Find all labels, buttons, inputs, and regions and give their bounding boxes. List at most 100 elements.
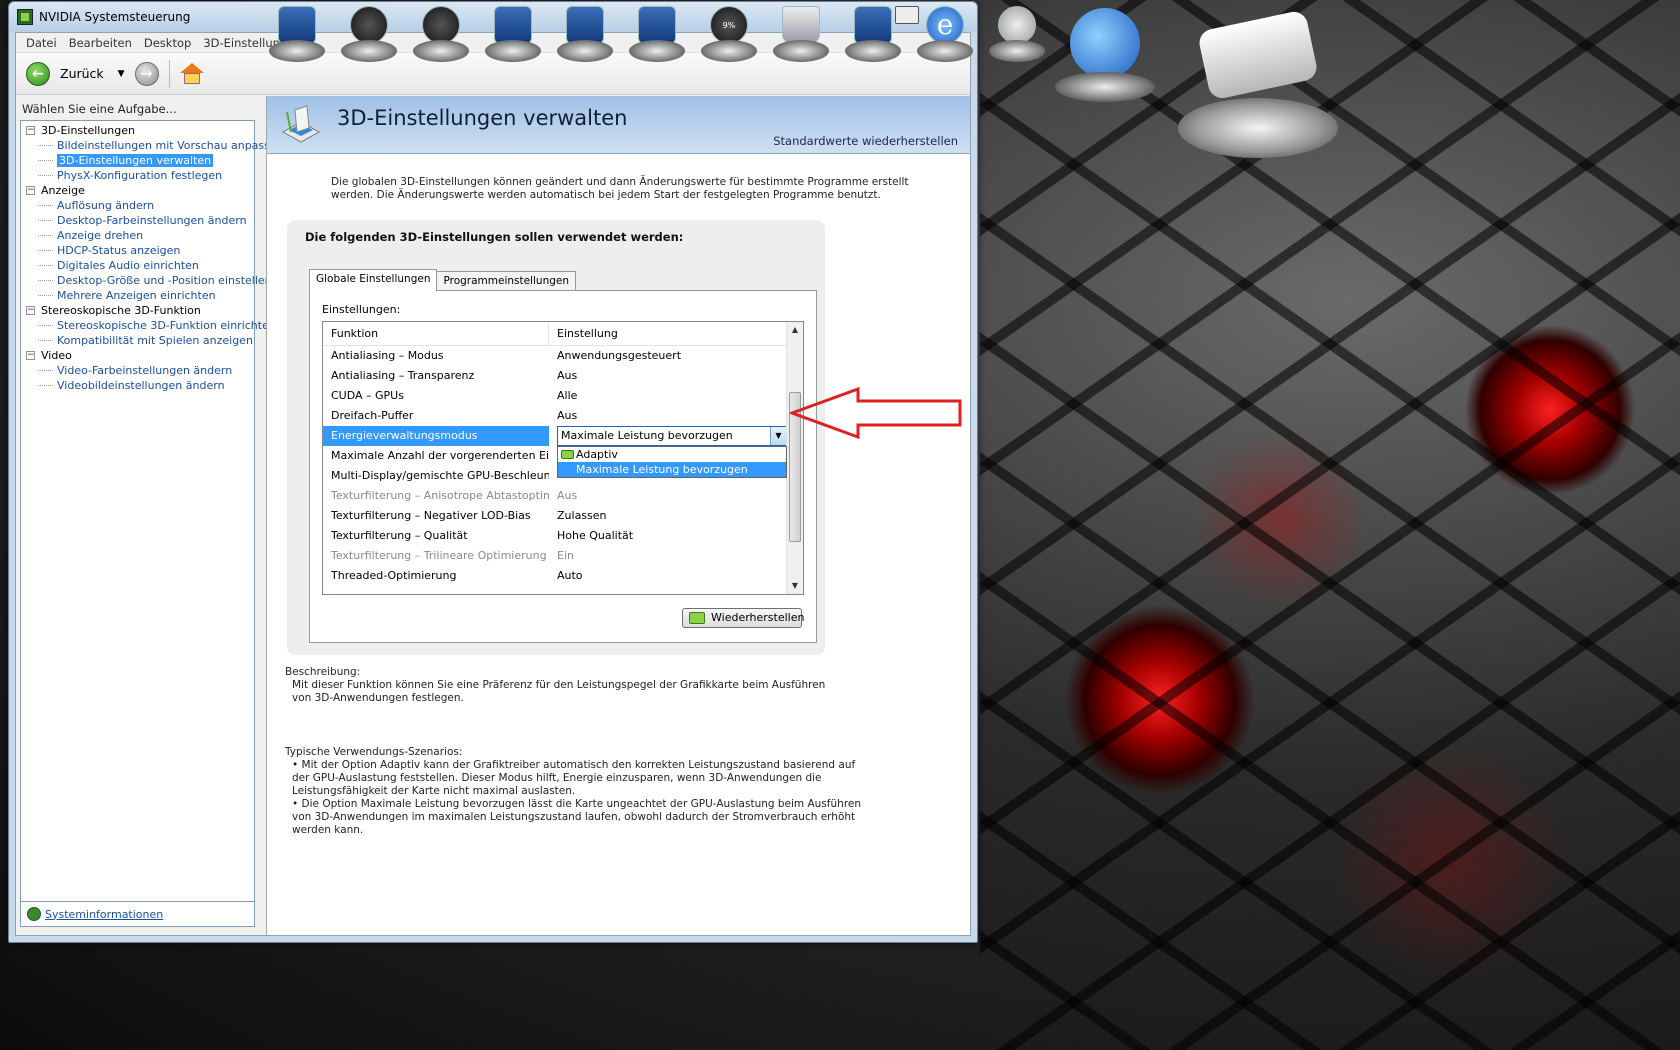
tree-item-aufloesung[interactable]: Auflösung ändern (21, 198, 254, 213)
tree-item-3d-verwalten[interactable]: 3D-Einstellungen verwalten (21, 153, 254, 168)
tree-item-kompat[interactable]: Kompatibilität mit Spielen anzeigen (21, 333, 254, 348)
table-row[interactable]: CUDA – GPUs Alle (323, 386, 803, 406)
scenarios-section: Typische Verwendungs-Szenarios: • Mit de… (285, 746, 875, 837)
internet-explorer-icon: e (926, 6, 964, 44)
dock-item-hdd2[interactable] (412, 0, 470, 70)
dock-item-recycle[interactable] (772, 0, 830, 70)
tree-item-bildeinstellungen[interactable]: Bildeinstellungen mit Vorschau anpassen (21, 138, 284, 153)
row-funktion: Antialiasing – Transparenz (331, 369, 475, 382)
tree-item-farbe[interactable]: Desktop-Farbeinstellungen ändern (21, 213, 254, 228)
tree-item-physx[interactable]: PhysX-Konfiguration festlegen (21, 168, 254, 183)
table-row[interactable]: Texturfilterung – Negativer LOD-Bias Zula… (323, 506, 803, 526)
chevron-down-icon[interactable]: ▼ (770, 427, 786, 445)
dock-item-mic[interactable] (988, 0, 1046, 70)
collapse-toggle-icon[interactable]: − (26, 351, 35, 360)
row-einstellung: Auto (557, 569, 583, 582)
desktop-dock: 9% e (268, 0, 1046, 72)
row-funktion: Multi-Display/gemischte GPU-Beschleunigu… (331, 469, 549, 482)
table-row[interactable]: Threaded-Optimierung Auto (323, 566, 803, 586)
page-title: 3D-Einstellungen verwalten (337, 106, 628, 130)
back-button[interactable]: ← (26, 61, 50, 86)
table-row[interactable]: Antialiasing – Transparenz Aus (323, 366, 803, 386)
forward-button[interactable]: → (134, 61, 159, 86)
home-button[interactable] (179, 62, 204, 85)
dock-item-folder2[interactable] (556, 0, 614, 70)
back-history-dropdown[interactable]: ▼ (118, 69, 125, 79)
restore-button[interactable]: Wiederherstellen (682, 608, 804, 628)
tree-label: 3D-Einstellungen (41, 124, 136, 137)
home-icon (183, 72, 200, 84)
recycle-bin-icon (782, 6, 820, 44)
nvidia-control-panel-window: NVIDIA Systemsteuerung Datei Bearbeiten … (8, 1, 978, 943)
task-pane-heading: Wählen Sie eine Aufgabe... (22, 102, 177, 116)
tree-item-groesse[interactable]: Desktop-Größe und -Position einstellen (21, 273, 272, 288)
tree-label: Video (41, 349, 72, 362)
grid-rows: Antialiasing – Modus Anwendungsgesteuert A… (323, 346, 803, 586)
3d-settings-icon (281, 105, 321, 143)
panel-heading: Die folgenden 3D-Einstellungen sollen ve… (305, 230, 684, 244)
tree-cat-video[interactable]: − Video (21, 348, 254, 363)
menu-datei[interactable]: Datei (20, 36, 63, 50)
row-funktion: Dreifach-Puffer (331, 409, 414, 422)
tree-item-mehrere[interactable]: Mehrere Anzeigen einrichten (21, 288, 254, 303)
table-row[interactable]: Texturfilterung – Anisotrope Abtastoptim… (323, 486, 803, 506)
tree-cat-3d[interactable]: −3D-Einstellungen (21, 123, 254, 138)
arrow-right-icon: → (140, 65, 153, 82)
info-icon (27, 907, 41, 921)
firefox-dock-icon[interactable] (1055, 8, 1155, 108)
energy-mode-select[interactable]: Maximale Leistung bevorzugen ▼ (557, 426, 787, 446)
settings-label: Einstellungen: (322, 303, 401, 316)
folder-icon (494, 6, 532, 44)
tree-label: Desktop-Größe und -Position einstellen (57, 274, 272, 287)
tree-item-audio[interactable]: Digitales Audio einrichten (21, 258, 254, 273)
collapse-toggle-icon[interactable]: − (26, 126, 35, 135)
folder-icon (566, 6, 604, 44)
tree-item-drehen[interactable]: Anzeige drehen (21, 228, 254, 243)
table-row[interactable]: Antialiasing – Modus Anwendungsgesteuert (323, 346, 803, 366)
tab-global-settings[interactable]: Globale Einstellungen (309, 269, 438, 291)
nvidia-logo-icon (689, 612, 705, 624)
task-pane: Wählen Sie eine Aufgabe... −3D-Einstellu… (16, 96, 284, 935)
menu-bearbeiten[interactable]: Bearbeiten (63, 36, 138, 50)
row-einstellung: Ein (557, 549, 574, 562)
tree-label: Mehrere Anzeigen einrichten (57, 289, 216, 302)
menu-desktop[interactable]: Desktop (138, 36, 197, 50)
tree-item-videobild[interactable]: Videobildeinstellungen ändern (21, 378, 254, 393)
tree-cat-stereo[interactable]: − Stereoskopische 3D-Funktion (21, 303, 254, 318)
hard-drive-icon (350, 6, 388, 44)
option-adaptiv[interactable]: Adaptiv (558, 447, 786, 462)
scroll-up-arrow-icon[interactable]: ▲ (787, 322, 803, 338)
collapse-toggle-icon[interactable]: − (26, 306, 35, 315)
restore-defaults-link[interactable]: Standardwerte wiederherstellen (773, 134, 958, 148)
dock-item-ie[interactable]: e (916, 0, 974, 70)
description-section: Beschreibung: Mit dieser Funktion können… (285, 666, 845, 705)
option-max-performance[interactable]: Maximale Leistung bevorzugen (558, 462, 786, 477)
tree-cat-anzeige[interactable]: − Anzeige (21, 183, 254, 198)
collapse-toggle-icon[interactable]: − (26, 186, 35, 195)
arrow-left-icon: ← (32, 65, 44, 82)
tree-item-hdcp[interactable]: HDCP-Status anzeigen (21, 243, 254, 258)
dock-item-folder4[interactable] (844, 0, 902, 70)
table-row[interactable]: Texturfilterung – Qualität Hohe Qualität (323, 526, 803, 546)
dock-item-gauge[interactable]: 9% (700, 0, 758, 70)
column-einstellung[interactable]: Einstellung (549, 322, 618, 345)
scroll-down-arrow-icon[interactable]: ▼ (787, 578, 803, 594)
system-info-link[interactable]: Systeminformationen (45, 908, 163, 921)
table-row[interactable]: Texturfilterung – Trilineare Optimierung… (323, 546, 803, 566)
tree-item-video-farbe[interactable]: Video-Farbeinstellungen ändern (21, 363, 254, 378)
column-funktion[interactable]: Funktion (323, 322, 549, 345)
dock-item-folder3[interactable] (628, 0, 686, 70)
page-header: 3D-Einstellungen verwalten Standardwerte… (267, 96, 970, 154)
grid-scrollbar[interactable]: ▲ ▼ (786, 322, 803, 594)
app-icon (278, 6, 316, 44)
table-row[interactable]: Dreifach-Puffer Aus (323, 406, 803, 426)
dock-item-folder1[interactable] (484, 0, 542, 70)
dock-item-hdd[interactable] (340, 0, 398, 70)
projector-dock-icon[interactable] (1178, 9, 1338, 170)
back-label[interactable]: Zurück (60, 66, 104, 81)
tab-program-settings[interactable]: Programmeinstellungen (436, 271, 577, 291)
tree-item-stereo-einrichten[interactable]: Stereoskopische 3D-Funktion einrichten (21, 318, 276, 333)
table-row[interactable]: Energieverwaltungsmodus Maximale Leistung… (323, 426, 803, 478)
dock-item-app[interactable] (268, 0, 326, 70)
settings-grid: Funktion Einstellung Antialiasing – Modu… (322, 321, 804, 595)
